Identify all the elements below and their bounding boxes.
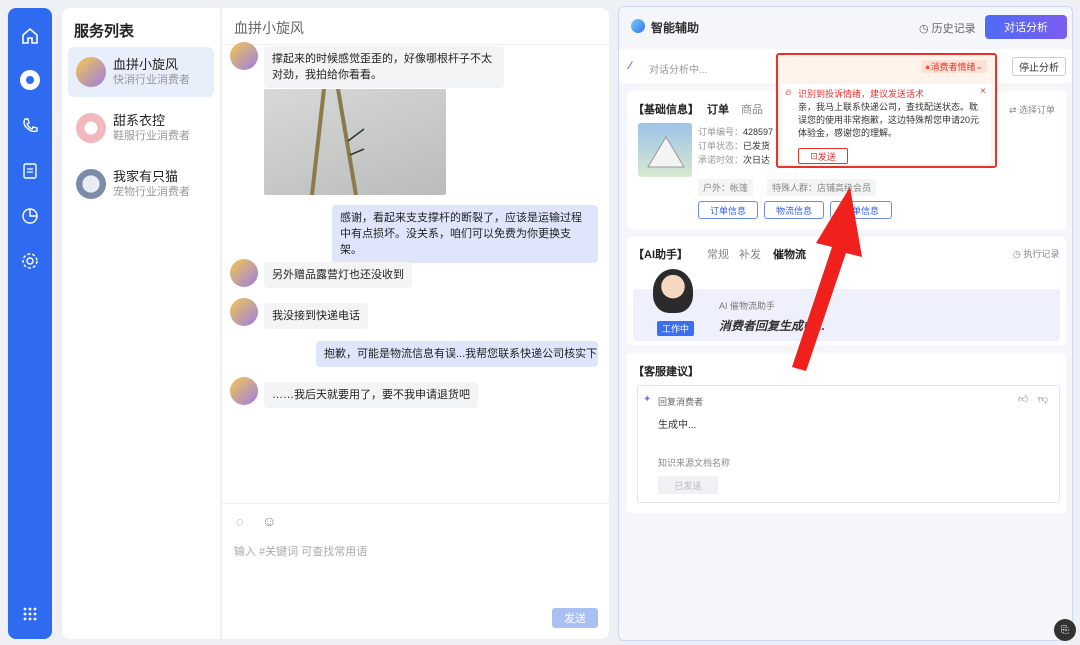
sent-button[interactable]: 已发送 [658, 476, 718, 494]
assistant-avatar [653, 269, 693, 313]
avatar [76, 57, 106, 87]
swap-icon: ⇄ [1009, 105, 1020, 115]
clock-icon: ◷ [1013, 249, 1024, 259]
chat-title: 血拼小旋风 [234, 20, 304, 36]
suggestion-box: ✦ 回复消费者 👍︎ 👎︎ 生成中... 知识来源文档名称 已发送 [637, 385, 1060, 503]
section-title: 【客服建议】 [633, 366, 699, 378]
chevron-down-icon: ⌄ [975, 61, 983, 71]
service-name: 我家有只猫 [113, 168, 179, 184]
nav-rail [8, 8, 52, 639]
annotation-arrow-icon [792, 187, 862, 371]
message-bubble: 抱歉，可能是物流信息有误...我帮您联系快递公司核实下... [316, 341, 598, 367]
history-link[interactable]: ◷ 历史记录 [919, 20, 976, 36]
order-status: 已发货 [743, 141, 771, 151]
analyzing-text: 对话分析中... [649, 65, 708, 76]
message-bubble: 我没接到快递电话 [264, 303, 368, 329]
service-item[interactable]: 甜系衣控 鞋服行业消费者 [68, 103, 214, 153]
tag-outdoor: 户外：帐篷 [698, 179, 754, 196]
avatar [230, 42, 258, 70]
chat-bubble-icon[interactable]: ◌ [236, 514, 244, 529]
section-title: 【AI助手】 [633, 249, 688, 261]
service-list-title: 服务列表 [74, 23, 135, 40]
avatar [230, 377, 258, 405]
service-item[interactable]: 我家有只猫 宠物行业消费者 [68, 159, 214, 209]
photo-thumbnail[interactable] [264, 88, 446, 196]
chat-icon[interactable] [20, 70, 40, 90]
complaint-alert-popup: ● 消费者情绪 ⌄ 🔥︎ 识别到投诉情绪，建议发送话术 × 亲，我马上联系快递公… [776, 53, 997, 168]
emotion-tag[interactable]: ● 消费者情绪 ⌄ [921, 60, 987, 73]
history-label: 历史记录 [931, 23, 976, 35]
analyze-button[interactable]: 对话分析 [985, 15, 1067, 39]
tab-order[interactable]: 订单 [707, 101, 729, 117]
order-info-button[interactable]: 订单信息 [698, 201, 758, 219]
avatar [230, 298, 258, 326]
assistant-name: AI 催物流助手 [719, 301, 776, 311]
tab-reissue[interactable]: 补发 [739, 246, 761, 262]
order-no: 428597 [743, 127, 774, 137]
service-item[interactable]: 血拼小旋风 快消行业消费者 [68, 47, 214, 97]
message-bubble: ……我后天就要用了，要不我申请退货吧 [264, 382, 478, 408]
emoji-icon[interactable]: ☺ [262, 513, 276, 529]
promise-value: 次日达 [743, 155, 771, 165]
message-bubble: 感谢，看起来支支撑杆的断裂了，应该是运输过程中有点损坏。没关系，咱们可以免费为你… [332, 205, 598, 263]
promise-label: 承诺时效： [698, 155, 744, 165]
alert-send-label: 发送 [817, 151, 836, 162]
message-bubble: 撑起来的时候感觉歪歪的，好像哪根杆子不太对劲，我拍给你看看。 [264, 46, 504, 88]
home-icon[interactable] [20, 26, 40, 46]
assist-title: 智能辅助 [651, 21, 700, 35]
chat-panel: 血拼小旋风 撑起来的时候感觉歪歪的，好像哪根杆子不太对劲，我拍给你看看。 感谢，… [221, 8, 609, 639]
avatar [230, 259, 258, 287]
close-icon[interactable]: × [980, 86, 986, 97]
alert-send-button[interactable]: ⊡ 发送 [798, 148, 848, 164]
avatar [76, 169, 106, 199]
service-list-panel: 服务列表 血拼小旋风 快消行业消费者 甜系衣控 鞋服行业消费者 我家有只猫 宠物行业消… [62, 8, 220, 639]
tab-normal[interactable]: 常规 [707, 246, 729, 262]
suggestion-card: 【客服建议】 ✦ 回复消费者 👍︎ 👎︎ 生成中... 知识来源文档名称 已发送 [627, 353, 1066, 513]
working-badge: 工作中 [657, 321, 695, 336]
tab-goods[interactable]: 商品 [741, 101, 763, 117]
sparkle-icon: ✦ [643, 394, 652, 405]
alert-title: 识别到投诉情绪，建议发送话术 [798, 89, 925, 99]
product-image[interactable] [638, 123, 692, 177]
clock-icon: ◷ [919, 23, 932, 35]
alert-text: 亲，我马上联系快递公司，查找配送状态。耽误您的使用非常抱歉，这边特殊帮您申请20… [798, 102, 980, 138]
generating-text: 生成中... [658, 420, 697, 431]
chat-input[interactable]: 输入 #关键词 可查找常用语 [234, 543, 367, 559]
thumb-down-icon[interactable]: 👎︎ [1038, 393, 1048, 405]
service-sub: 快消行业消费者 [113, 73, 190, 86]
choose-order-label: 选择订单 [1019, 105, 1056, 115]
send-icon: ⊡ [810, 150, 818, 161]
kb-source: 知识来源文档名称 [658, 458, 731, 468]
pie-chart-icon[interactable] [20, 206, 40, 226]
fire-icon: 🔥︎ [785, 87, 792, 97]
ai-spark-icon: ⁄ [629, 60, 631, 72]
message-bubble: 另外赠品露营灯也还没收到 [264, 262, 412, 288]
send-button[interactable]: 发送 [552, 608, 598, 628]
phone-icon[interactable] [20, 116, 40, 136]
assist-logo-icon [631, 19, 645, 33]
screenshot-icon[interactable]: ⎘ [1054, 619, 1076, 641]
stop-analysis-button[interactable]: 停止分析 [1012, 57, 1066, 76]
service-name: 血拼小旋风 [113, 56, 179, 72]
settings-icon[interactable] [20, 251, 40, 271]
apps-grid-icon[interactable] [20, 604, 40, 624]
avatar [76, 113, 106, 143]
emotion-tag-label: 消费者情绪 [930, 62, 976, 72]
reply-label: 回复消费者 [658, 397, 704, 407]
exec-log-link[interactable]: ◷ 执行记录 [1013, 247, 1059, 260]
choose-order-link[interactable]: ⇄ 选择订单 [1009, 103, 1055, 116]
service-sub: 宠物行业消费者 [113, 185, 190, 198]
order-no-label: 订单编号： [698, 127, 744, 137]
section-title: 【基础信息】 [633, 104, 699, 116]
service-name: 甜系衣控 [113, 112, 166, 128]
exec-log-label: 执行记录 [1023, 249, 1060, 259]
status-label: 订单状态： [698, 141, 744, 151]
service-sub: 鞋服行业消费者 [113, 129, 190, 142]
thumb-up-icon[interactable]: 👍︎ [1018, 393, 1028, 405]
clipboard-icon[interactable] [20, 160, 40, 180]
